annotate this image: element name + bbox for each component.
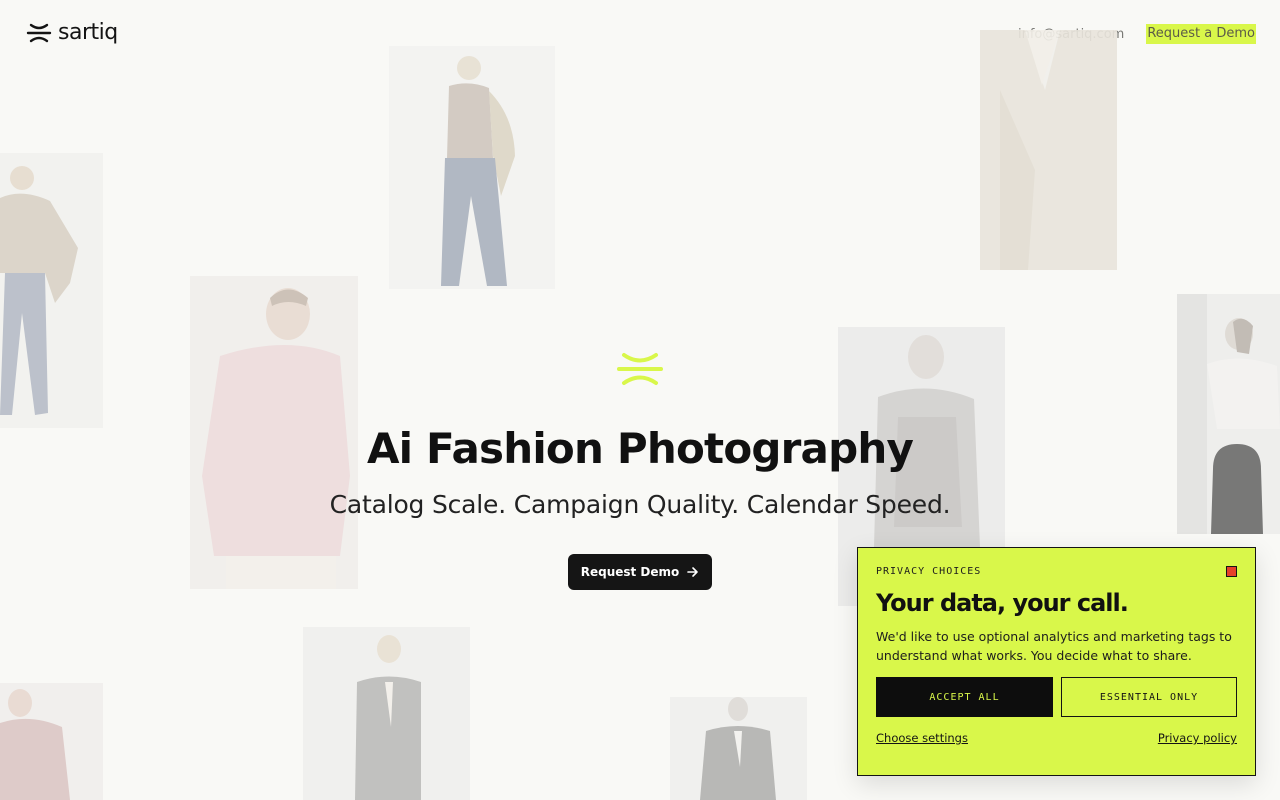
essential-only-button[interactable]: ESSENTIAL ONLY — [1061, 677, 1237, 717]
request-demo-button[interactable]: Request Demo — [568, 554, 712, 590]
privacy-links: Choose settings Privacy policy — [876, 731, 1237, 745]
privacy-choices-panel: PRIVACY CHOICES Your data, your call. We… — [857, 547, 1256, 776]
sartiq-logo-icon — [26, 23, 52, 42]
close-icon[interactable] — [1226, 566, 1237, 577]
photo-woman-black-suit — [303, 627, 470, 800]
accept-all-button[interactable]: ACCEPT ALL — [876, 677, 1053, 717]
photo-person-black-coat — [670, 697, 807, 800]
brand-logo[interactable]: sartiq — [26, 20, 118, 45]
photo-woman-leather-jacket — [0, 153, 103, 428]
brand-name: sartiq — [58, 20, 118, 45]
privacy-actions: ACCEPT ALL ESSENTIAL ONLY — [876, 677, 1237, 717]
photo-trench-coat — [980, 30, 1117, 270]
privacy-body: We'd like to use optional analytics and … — [876, 629, 1232, 663]
privacy-policy-link[interactable]: Privacy policy — [1158, 731, 1237, 745]
photo-woman-red-coat — [0, 683, 103, 800]
privacy-title: Your data, your call. — [876, 589, 1129, 617]
request-demo-link[interactable]: Request a Demo — [1146, 24, 1256, 44]
sartiq-mark-icon — [617, 353, 663, 385]
choose-settings-link[interactable]: Choose settings — [876, 731, 968, 745]
privacy-eyebrow: PRIVACY CHOICES — [876, 566, 982, 577]
arrow-right-icon — [687, 567, 699, 577]
photo-woman-jeans — [389, 46, 555, 289]
hero-title: Ai Fashion Photography — [366, 424, 914, 473]
request-demo-label: Request Demo — [580, 565, 680, 579]
hero-subtitle: Catalog Scale. Campaign Quality. Calenda… — [329, 490, 951, 519]
